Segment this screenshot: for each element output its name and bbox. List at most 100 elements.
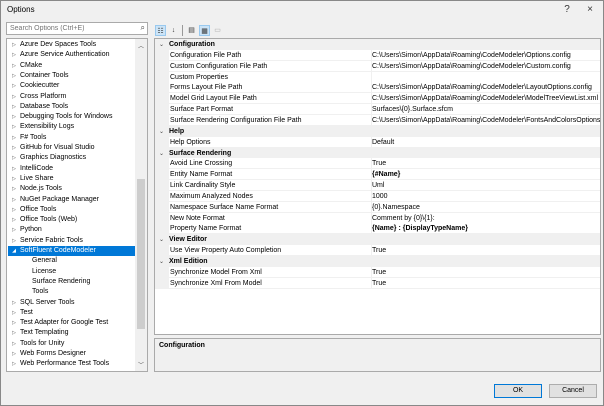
tree-item[interactable]: ▷ IntelliCode bbox=[8, 164, 136, 174]
property-row[interactable]: Model Grid Layout File Path C:\Users\Simo… bbox=[155, 93, 600, 105]
collapsed-arrow-icon[interactable]: ▷ bbox=[8, 50, 20, 60]
property-value[interactable]: C:\Users\Simon\AppData\Roaming\CodeModel… bbox=[372, 49, 600, 61]
tree-item[interactable]: ◢ SoftFluent CodeModeler bbox=[8, 246, 136, 256]
cancel-button[interactable]: Cancel bbox=[549, 384, 597, 398]
property-value[interactable]: C:\Users\Simon\AppData\Roaming\CodeModel… bbox=[372, 60, 600, 72]
collapsed-arrow-icon[interactable]: ▷ bbox=[8, 318, 20, 328]
collapsed-arrow-icon[interactable]: ▷ bbox=[8, 339, 20, 349]
property-value[interactable] bbox=[372, 71, 600, 83]
property-value[interactable]: 1000 bbox=[372, 190, 600, 202]
search-input[interactable] bbox=[7, 23, 132, 34]
property-value[interactable]: {#Name} bbox=[372, 169, 600, 181]
property-row[interactable]: Configuration File Path C:\Users\Simon\Ap… bbox=[155, 49, 600, 61]
tree-item[interactable]: ▷ Service Fabric Tools bbox=[8, 236, 136, 246]
tree-item[interactable]: ▷ Python bbox=[8, 225, 136, 235]
tree-item[interactable]: ▷ Graphics Diagnostics bbox=[8, 153, 136, 163]
scroll-down-icon[interactable]: ﹀ bbox=[135, 360, 147, 369]
property-row[interactable]: Surface Part Format Surfaces\{0}.Surface.… bbox=[155, 104, 600, 116]
property-row[interactable]: Synchronize Xml From Model True bbox=[155, 277, 600, 289]
collapsed-arrow-icon[interactable]: ▷ bbox=[8, 236, 20, 246]
collapsed-arrow-icon[interactable]: ▷ bbox=[8, 298, 20, 308]
scroll-up-icon[interactable]: ︿ bbox=[135, 41, 147, 50]
tree-item[interactable]: ▷ Container Tools bbox=[8, 71, 136, 81]
collapsed-arrow-icon[interactable]: ▷ bbox=[8, 184, 20, 194]
tree-item[interactable]: ▷ Office Tools bbox=[8, 205, 136, 215]
property-row[interactable]: Namespace Surface Name Format {0}.Namespa… bbox=[155, 201, 600, 213]
property-row[interactable]: New Note Format Comment by {0}\{1}: bbox=[155, 212, 600, 224]
collapsed-arrow-icon[interactable]: ▷ bbox=[8, 122, 20, 132]
tree-item[interactable]: ▷ Web Performance Test Tools bbox=[8, 359, 136, 369]
tree-item[interactable]: ▷ Cross Platform bbox=[8, 92, 136, 102]
tree-item[interactable]: ▷ Debugging Tools for Windows bbox=[8, 112, 136, 122]
collapsed-arrow-icon[interactable]: ▷ bbox=[8, 102, 20, 112]
tree-item[interactable]: ▷ Office Tools (Web) bbox=[8, 215, 136, 225]
tree-scrollbar[interactable]: ︿ ﹀ bbox=[135, 39, 147, 371]
property-row[interactable]: Custom Configuration File Path C:\Users\S… bbox=[155, 60, 600, 72]
collapsed-arrow-icon[interactable]: ▷ bbox=[8, 349, 20, 359]
tree-item[interactable]: ▷ GitHub for Visual Studio bbox=[8, 143, 136, 153]
tree-item[interactable]: ▷ NuGet Package Manager bbox=[8, 195, 136, 205]
property-value[interactable]: True bbox=[372, 245, 600, 257]
property-row[interactable]: Custom Properties bbox=[155, 71, 600, 83]
property-row[interactable]: Help Options Default bbox=[155, 136, 600, 148]
tree-item[interactable]: ▷ SQL Server Tools bbox=[8, 298, 136, 308]
collapsed-arrow-icon[interactable]: ▷ bbox=[8, 205, 20, 215]
tree-item[interactable]: ▷ Web Forms Designer bbox=[8, 349, 136, 359]
tree-item[interactable]: ▷ Azure Dev Spaces Tools bbox=[8, 40, 136, 50]
properties-icon[interactable]: ▤ bbox=[186, 25, 197, 36]
ok-button[interactable]: OK bbox=[494, 384, 542, 398]
property-value[interactable]: Surfaces\{0}.Surface.sfcm bbox=[372, 104, 600, 116]
category-row[interactable]: ⌄ Configuration bbox=[155, 39, 600, 50]
tree-item[interactable]: ▷ Database Tools bbox=[8, 102, 136, 112]
property-value[interactable]: {0}.Namespace bbox=[372, 201, 600, 213]
property-value[interactable]: Default bbox=[372, 136, 600, 148]
collapsed-arrow-icon[interactable]: ▷ bbox=[8, 112, 20, 122]
property-row[interactable]: Link Cardinality Style Uml bbox=[155, 180, 600, 192]
property-row[interactable]: Forms Layout File Path C:\Users\Simon\App… bbox=[155, 82, 600, 94]
collapsed-arrow-icon[interactable]: ▷ bbox=[8, 174, 20, 184]
property-row[interactable]: Synchronize Model From Xml True bbox=[155, 266, 600, 278]
collapsed-arrow-icon[interactable]: ▷ bbox=[8, 195, 20, 205]
tree-item[interactable]: ▷ Azure Service Authentication bbox=[8, 50, 136, 60]
category-row[interactable]: ⌄ Help bbox=[155, 125, 600, 137]
tree-item[interactable]: ▷ Test Adapter for Google Test bbox=[8, 318, 136, 328]
collapsed-arrow-icon[interactable]: ▷ bbox=[8, 225, 20, 235]
property-row[interactable]: Maximum Analyzed Nodes 1000 bbox=[155, 190, 600, 202]
collapsed-arrow-icon[interactable]: ▷ bbox=[8, 308, 20, 318]
tree-item[interactable]: ▷ Cookiecutter bbox=[8, 81, 136, 91]
scrollbar-thumb[interactable] bbox=[137, 179, 145, 329]
tree-item[interactable]: ▷ Live Share bbox=[8, 174, 136, 184]
property-row[interactable]: Entity Name Format {#Name} bbox=[155, 169, 600, 181]
tree-item[interactable]: ▷ Text Templating bbox=[8, 328, 136, 338]
property-row[interactable]: Surface Rendering Configuration File Pat… bbox=[155, 114, 600, 126]
property-value[interactable]: {Name} : {DisplayTypeName} bbox=[372, 223, 600, 235]
property-value[interactable]: Comment by {0}\{1}: bbox=[372, 212, 600, 224]
property-row[interactable]: Avoid Line Crossing True bbox=[155, 158, 600, 170]
tree-item[interactable]: Surface Rendering bbox=[8, 277, 136, 287]
collapsed-arrow-icon[interactable]: ▷ bbox=[8, 61, 20, 71]
tree-item[interactable]: ▷ Tools for Unity bbox=[8, 339, 136, 349]
collapsed-arrow-icon[interactable]: ▷ bbox=[8, 71, 20, 81]
tree-item[interactable]: ▷ F# Tools bbox=[8, 133, 136, 143]
collapsed-arrow-icon[interactable]: ▷ bbox=[8, 81, 20, 91]
collapsed-arrow-icon[interactable]: ▷ bbox=[8, 143, 20, 153]
sort-alphabetical-icon[interactable]: ↓ bbox=[168, 25, 179, 36]
tree-item[interactable]: General bbox=[8, 256, 136, 266]
property-value[interactable]: C:\Users\Simon\AppData\Roaming\CodeModel… bbox=[372, 93, 600, 105]
collapsed-arrow-icon[interactable]: ▷ bbox=[8, 359, 20, 369]
close-button[interactable]: × bbox=[581, 2, 599, 18]
tree-item[interactable]: License bbox=[8, 267, 136, 277]
collapsed-arrow-icon[interactable]: ▷ bbox=[8, 133, 20, 143]
collapsed-arrow-icon[interactable]: ▷ bbox=[8, 92, 20, 102]
tree-item[interactable]: Tools bbox=[8, 287, 136, 297]
property-value[interactable]: True bbox=[372, 266, 600, 278]
collapsed-arrow-icon[interactable]: ▷ bbox=[8, 153, 20, 163]
tree-item[interactable]: ▷ CMake bbox=[8, 61, 136, 71]
tree-item[interactable]: ▷ Extensibility Logs bbox=[8, 122, 136, 132]
tree-item[interactable]: ▷ Test bbox=[8, 308, 136, 318]
property-row[interactable]: Use View Property Auto Completion True bbox=[155, 245, 600, 257]
categorized-icon[interactable]: ☷ bbox=[155, 25, 166, 36]
property-value[interactable]: Uml bbox=[372, 180, 600, 192]
search-box[interactable]: ⌕ bbox=[6, 22, 148, 35]
property-value[interactable]: True bbox=[372, 277, 600, 289]
